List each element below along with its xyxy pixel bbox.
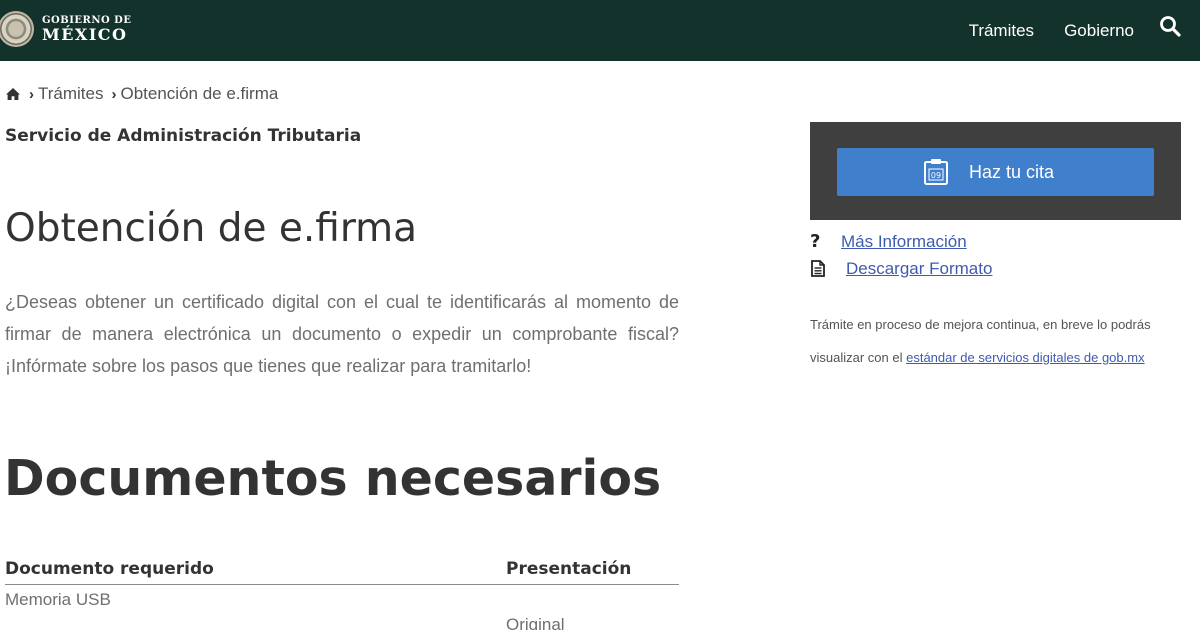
- table-row: Memoria USB Original: [5, 585, 679, 630]
- question-icon: ?: [810, 231, 821, 252]
- page-title: Obtención de e.firma: [5, 206, 418, 251]
- info-link-row: ? Más Información: [810, 228, 992, 255]
- improvement-notice: Trámite en proceso de mejora continua, e…: [810, 308, 1182, 374]
- info-link-row: Descargar Formato: [810, 255, 992, 282]
- estandar-servicios-link[interactable]: estándar de servicios digitales de gob.m…: [906, 350, 1144, 365]
- nav-link-tramites[interactable]: Trámites: [969, 21, 1035, 41]
- calendar-day: 09: [931, 171, 941, 180]
- intro-paragraph: ¿Deseas obtener un certificado digital c…: [5, 292, 679, 376]
- gobierno-logo[interactable]: GOBIERNO DE MÉXICO: [0, 7, 131, 51]
- section-title-documentos: Documentos necesarios: [4, 450, 662, 507]
- document-cell: Memoria USB: [5, 590, 111, 609]
- breadcrumb-item-current: Obtención de e.firma: [120, 84, 279, 103]
- column-header-documento: Documento requerido: [5, 559, 214, 579]
- logo-line2: MÉXICO: [42, 24, 128, 44]
- breadcrumb-separator: ›: [29, 85, 34, 103]
- breadcrumb-separator: ›: [111, 85, 117, 103]
- breadcrumb: › Trámites › Obtención de e.firma: [5, 83, 278, 105]
- top-navbar: GOBIERNO DE MÉXICO Trámites Gobierno: [0, 0, 1200, 61]
- appointment-panel: 09 Haz tu cita: [810, 122, 1181, 220]
- nav-link-gobierno[interactable]: Gobierno: [1064, 21, 1134, 41]
- presentation-cell: Original: [506, 615, 565, 630]
- documents-table: Documento requerido Presentación Memoria…: [5, 557, 679, 630]
- logo-text: GOBIERNO DE MÉXICO: [42, 15, 131, 44]
- national-seal-icon: [0, 11, 34, 47]
- descargar-formato-link[interactable]: Descargar Formato: [846, 259, 992, 279]
- documents-table-header: Documento requerido Presentación: [5, 557, 679, 585]
- home-icon[interactable]: [5, 86, 21, 102]
- calendar-icon: 09: [923, 159, 948, 185]
- logo-line1: GOBIERNO DE: [42, 14, 132, 26]
- info-links: ? Más Información Descargar Formato: [810, 228, 992, 282]
- agency-name: Servicio de Administración Tributaria: [5, 126, 362, 146]
- haz-tu-cita-button[interactable]: 09 Haz tu cita: [837, 148, 1154, 196]
- column-header-presentacion: Presentación: [506, 559, 632, 579]
- haz-tu-cita-label: Haz tu cita: [968, 161, 1055, 182]
- document-icon: [811, 260, 825, 277]
- search-icon[interactable]: [1158, 14, 1184, 40]
- mas-informacion-link[interactable]: Más Información: [841, 232, 967, 252]
- main-nav: Trámites Gobierno: [939, 0, 1134, 61]
- breadcrumb-item-tramites[interactable]: Trámites: [38, 84, 104, 104]
